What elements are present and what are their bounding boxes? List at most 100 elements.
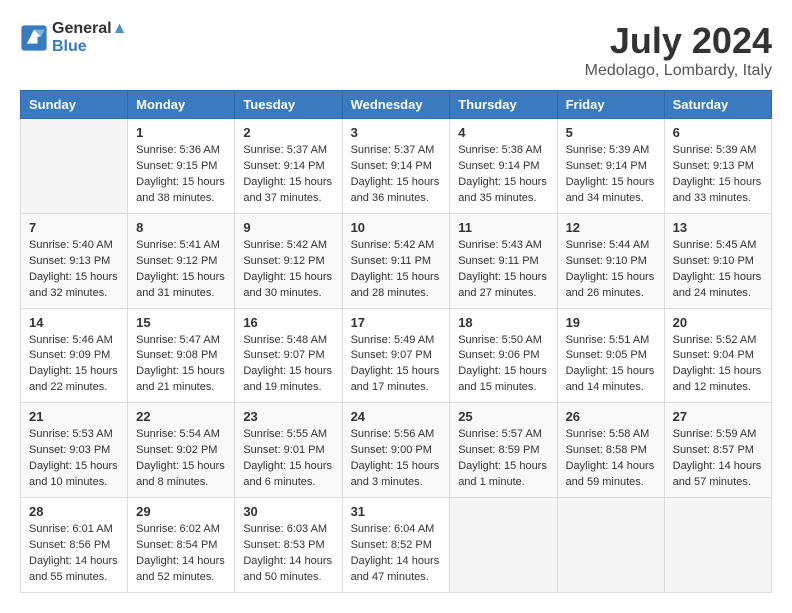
cell-content: Sunrise: 5:51 AM Sunset: 9:05 PM Dayligh…	[566, 333, 656, 397]
calendar-cell: 1 Sunrise: 5:36 AM Sunset: 9:15 PM Dayli…	[128, 119, 235, 214]
day-number: 9	[243, 220, 333, 235]
sunset-text: Sunset: 9:09 PM	[29, 348, 119, 364]
sunrise-text: Sunrise: 5:57 AM	[458, 427, 548, 443]
daylight-text: Daylight: 15 hours and 6 minutes.	[243, 459, 333, 491]
sunset-text: Sunset: 9:01 PM	[243, 443, 333, 459]
daylight-text: Daylight: 15 hours and 32 minutes.	[29, 270, 119, 302]
sunrise-text: Sunrise: 5:36 AM	[136, 143, 226, 159]
title-area: July 2024 Medolago, Lombardy, Italy	[585, 20, 772, 80]
sunrise-text: Sunrise: 5:44 AM	[566, 238, 656, 254]
cell-content: Sunrise: 5:41 AM Sunset: 9:12 PM Dayligh…	[136, 238, 226, 302]
day-number: 1	[136, 125, 226, 140]
header-monday: Monday	[128, 91, 235, 119]
cell-content: Sunrise: 5:38 AM Sunset: 9:14 PM Dayligh…	[458, 143, 548, 207]
week-row-0: 1 Sunrise: 5:36 AM Sunset: 9:15 PM Dayli…	[21, 119, 772, 214]
sunrise-text: Sunrise: 5:43 AM	[458, 238, 548, 254]
day-number: 24	[351, 409, 442, 424]
week-row-2: 14 Sunrise: 5:46 AM Sunset: 9:09 PM Dayl…	[21, 308, 772, 403]
daylight-text: Daylight: 15 hours and 33 minutes.	[673, 175, 763, 207]
daylight-text: Daylight: 15 hours and 10 minutes.	[29, 459, 119, 491]
day-number: 11	[458, 220, 548, 235]
cell-content: Sunrise: 5:39 AM Sunset: 9:14 PM Dayligh…	[566, 143, 656, 207]
cell-content: Sunrise: 6:04 AM Sunset: 8:52 PM Dayligh…	[351, 522, 442, 586]
daylight-text: Daylight: 15 hours and 19 minutes.	[243, 364, 333, 396]
header-wednesday: Wednesday	[342, 91, 450, 119]
day-number: 18	[458, 315, 548, 330]
cell-content: Sunrise: 5:55 AM Sunset: 9:01 PM Dayligh…	[243, 427, 333, 491]
daylight-text: Daylight: 14 hours and 55 minutes.	[29, 554, 119, 586]
daylight-text: Daylight: 15 hours and 36 minutes.	[351, 175, 442, 207]
calendar-cell: 2 Sunrise: 5:37 AM Sunset: 9:14 PM Dayli…	[235, 119, 342, 214]
day-number: 27	[673, 409, 763, 424]
sunset-text: Sunset: 8:52 PM	[351, 538, 442, 554]
header-tuesday: Tuesday	[235, 91, 342, 119]
header-friday: Friday	[557, 91, 664, 119]
sunrise-text: Sunrise: 5:54 AM	[136, 427, 226, 443]
sunrise-text: Sunrise: 5:58 AM	[566, 427, 656, 443]
day-number: 10	[351, 220, 442, 235]
cell-content: Sunrise: 6:02 AM Sunset: 8:54 PM Dayligh…	[136, 522, 226, 586]
sunrise-text: Sunrise: 5:37 AM	[243, 143, 333, 159]
day-number: 25	[458, 409, 548, 424]
sunrise-text: Sunrise: 5:50 AM	[458, 333, 548, 349]
daylight-text: Daylight: 15 hours and 15 minutes.	[458, 364, 548, 396]
calendar-cell: 31 Sunrise: 6:04 AM Sunset: 8:52 PM Dayl…	[342, 498, 450, 593]
sunset-text: Sunset: 9:10 PM	[673, 254, 763, 270]
cell-content: Sunrise: 5:48 AM Sunset: 9:07 PM Dayligh…	[243, 333, 333, 397]
calendar-cell: 22 Sunrise: 5:54 AM Sunset: 9:02 PM Dayl…	[128, 403, 235, 498]
calendar-cell: 3 Sunrise: 5:37 AM Sunset: 9:14 PM Dayli…	[342, 119, 450, 214]
daylight-text: Daylight: 15 hours and 34 minutes.	[566, 175, 656, 207]
sunset-text: Sunset: 9:10 PM	[566, 254, 656, 270]
day-number: 20	[673, 315, 763, 330]
sunset-text: Sunset: 8:56 PM	[29, 538, 119, 554]
sunset-text: Sunset: 8:53 PM	[243, 538, 333, 554]
sunrise-text: Sunrise: 5:52 AM	[673, 333, 763, 349]
sunset-text: Sunset: 9:14 PM	[351, 159, 442, 175]
header-sunday: Sunday	[21, 91, 128, 119]
day-number: 23	[243, 409, 333, 424]
daylight-text: Daylight: 14 hours and 57 minutes.	[673, 459, 763, 491]
calendar-cell: 29 Sunrise: 6:02 AM Sunset: 8:54 PM Dayl…	[128, 498, 235, 593]
cell-content: Sunrise: 5:53 AM Sunset: 9:03 PM Dayligh…	[29, 427, 119, 491]
header-saturday: Saturday	[664, 91, 771, 119]
week-row-1: 7 Sunrise: 5:40 AM Sunset: 9:13 PM Dayli…	[21, 213, 772, 308]
month-title: July 2024	[585, 20, 772, 62]
calendar-cell: 18 Sunrise: 5:50 AM Sunset: 9:06 PM Dayl…	[450, 308, 557, 403]
cell-content: Sunrise: 5:46 AM Sunset: 9:09 PM Dayligh…	[29, 333, 119, 397]
sunrise-text: Sunrise: 5:46 AM	[29, 333, 119, 349]
cell-content: Sunrise: 5:58 AM Sunset: 8:58 PM Dayligh…	[566, 427, 656, 491]
calendar-cell: 30 Sunrise: 6:03 AM Sunset: 8:53 PM Dayl…	[235, 498, 342, 593]
day-number: 4	[458, 125, 548, 140]
sunset-text: Sunset: 9:14 PM	[566, 159, 656, 175]
sunrise-text: Sunrise: 5:53 AM	[29, 427, 119, 443]
calendar-cell: 4 Sunrise: 5:38 AM Sunset: 9:14 PM Dayli…	[450, 119, 557, 214]
calendar-cell: 13 Sunrise: 5:45 AM Sunset: 9:10 PM Dayl…	[664, 213, 771, 308]
sunrise-text: Sunrise: 5:39 AM	[673, 143, 763, 159]
cell-content: Sunrise: 5:50 AM Sunset: 9:06 PM Dayligh…	[458, 333, 548, 397]
day-number: 16	[243, 315, 333, 330]
daylight-text: Daylight: 15 hours and 37 minutes.	[243, 175, 333, 207]
cell-content: Sunrise: 5:43 AM Sunset: 9:11 PM Dayligh…	[458, 238, 548, 302]
sunrise-text: Sunrise: 5:59 AM	[673, 427, 763, 443]
daylight-text: Daylight: 14 hours and 50 minutes.	[243, 554, 333, 586]
sunset-text: Sunset: 9:02 PM	[136, 443, 226, 459]
day-number: 28	[29, 504, 119, 519]
sunset-text: Sunset: 9:07 PM	[243, 348, 333, 364]
calendar-cell	[664, 498, 771, 593]
cell-content: Sunrise: 5:49 AM Sunset: 9:07 PM Dayligh…	[351, 333, 442, 397]
calendar-cell: 7 Sunrise: 5:40 AM Sunset: 9:13 PM Dayli…	[21, 213, 128, 308]
day-number: 17	[351, 315, 442, 330]
day-number: 8	[136, 220, 226, 235]
day-number: 7	[29, 220, 119, 235]
day-number: 12	[566, 220, 656, 235]
cell-content: Sunrise: 5:52 AM Sunset: 9:04 PM Dayligh…	[673, 333, 763, 397]
daylight-text: Daylight: 14 hours and 59 minutes.	[566, 459, 656, 491]
daylight-text: Daylight: 15 hours and 1 minute.	[458, 459, 548, 491]
day-number: 21	[29, 409, 119, 424]
sunrise-text: Sunrise: 5:55 AM	[243, 427, 333, 443]
sunset-text: Sunset: 8:54 PM	[136, 538, 226, 554]
day-number: 2	[243, 125, 333, 140]
day-number: 19	[566, 315, 656, 330]
day-number: 30	[243, 504, 333, 519]
sunset-text: Sunset: 9:15 PM	[136, 159, 226, 175]
